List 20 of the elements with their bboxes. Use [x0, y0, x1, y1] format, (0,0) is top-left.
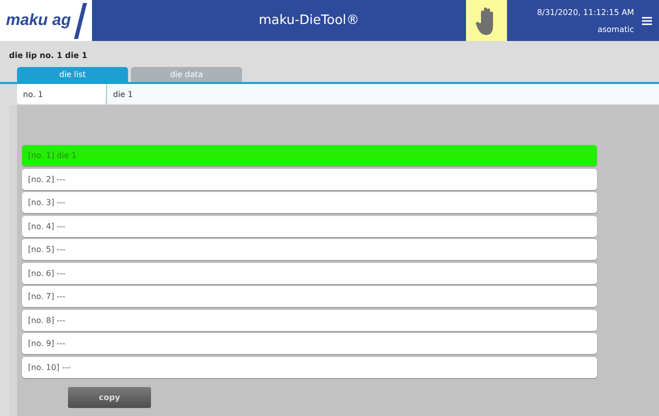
die-list-item[interactable]: [no. 7] --- [22, 286, 597, 307]
number-field[interactable]: no. 1 [17, 84, 106, 104]
die-list-item[interactable]: [no. 6] --- [22, 262, 597, 284]
app-title: maku-DieTool® [258, 13, 360, 28]
die-list-item[interactable]: [no. 5] --- [22, 239, 597, 260]
menu-icon[interactable] [642, 16, 652, 24]
stop-button[interactable] [466, 0, 508, 41]
die-list-item[interactable]: [no. 8] --- [22, 310, 597, 330]
logo-text: maku ag [6, 12, 71, 30]
page-title: die lip no. 1 die 1 [8, 50, 88, 62]
die-list-item[interactable]: [no. 4] --- [22, 216, 597, 236]
date-time: 8/31/2020, 11:12:15 AM [537, 8, 634, 16]
copy-button[interactable]: copy [68, 386, 151, 408]
name-field[interactable]: die 1 [106, 84, 659, 104]
user-name: asomatic [598, 24, 634, 34]
die-list-item[interactable]: [no. 9] --- [22, 333, 597, 354]
die-list-item[interactable]: [no. 10] --- [22, 356, 597, 378]
die-list-item[interactable]: [no. 3] --- [22, 192, 597, 213]
die-list-item[interactable]: [no. 2] --- [22, 168, 597, 190]
pen-stroke-icon [72, 2, 87, 38]
